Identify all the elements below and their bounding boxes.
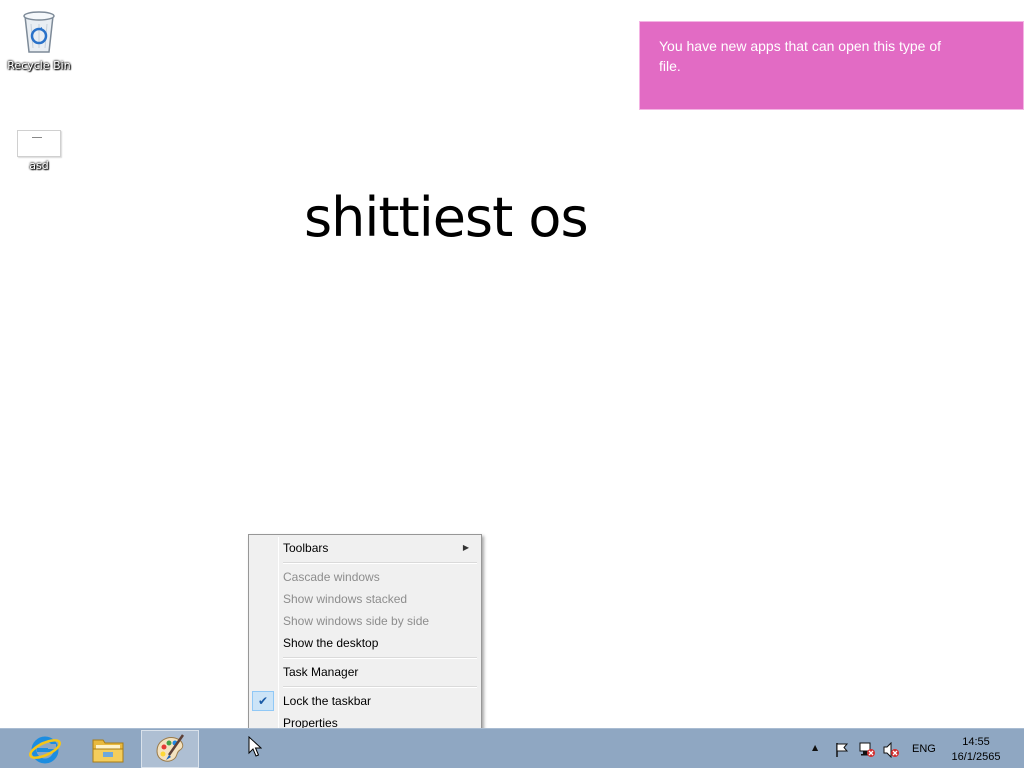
- menu-separator: [281, 654, 479, 661]
- file-thumbnail-icon: [17, 130, 61, 157]
- wallpaper-text: shittiest os: [304, 186, 589, 249]
- menu-item-label: Lock the taskbar: [283, 694, 372, 708]
- desktop-icon-label: Recycle Bin: [7, 59, 71, 72]
- menu-item-show-windows-stacked: Show windows stacked: [251, 588, 479, 610]
- taskbar[interactable]: ▲ ENG 14:55 16/1/2565: [0, 728, 1024, 768]
- menu-item-label: Toolbars: [283, 541, 329, 555]
- desktop-icon-asd[interactable]: asd: [3, 130, 75, 172]
- desktop-icon-label: asd: [29, 159, 49, 172]
- show-hidden-icons-chevron-icon[interactable]: ▲: [812, 743, 818, 752]
- taskbar-button-file-explorer[interactable]: [79, 730, 137, 768]
- mouse-cursor-icon: [248, 736, 262, 757]
- submenu-arrow-icon: ▶: [462, 543, 469, 552]
- notification-message: You have new apps that can open this typ…: [659, 38, 942, 74]
- desktop-icon-recycle-bin[interactable]: Recycle Bin: [3, 6, 75, 72]
- input-language-indicator[interactable]: ENG: [912, 743, 936, 755]
- file-explorer-icon: [92, 739, 124, 763]
- menu-item-task-manager[interactable]: Task Manager: [251, 661, 479, 683]
- notification-toast[interactable]: You have new apps that can open this typ…: [639, 21, 1024, 110]
- taskbar-button-paint[interactable]: [141, 730, 199, 768]
- menu-item-toolbars[interactable]: Toolbars ▶: [251, 537, 479, 559]
- menu-item-show-windows-side-by-side: Show windows side by side: [251, 610, 479, 632]
- action-center-flag-icon[interactable]: [834, 742, 850, 758]
- menu-item-lock-taskbar[interactable]: ✔ Lock the taskbar: [251, 690, 479, 712]
- menu-item-show-desktop[interactable]: Show the desktop: [251, 632, 479, 654]
- menu-item-label: Show windows side by side: [283, 614, 430, 628]
- recycle-bin-icon: [23, 11, 55, 53]
- menu-item-cascade-windows: Cascade windows: [251, 566, 479, 588]
- volume-muted-icon[interactable]: [882, 742, 900, 758]
- clock-time: 14:55: [962, 736, 990, 748]
- menu-item-label: Show the desktop: [283, 636, 379, 650]
- menu-item-label: Show windows stacked: [283, 592, 408, 606]
- taskbar-button-internet-explorer[interactable]: [16, 730, 74, 768]
- taskbar-context-menu: Toolbars ▶ Cascade windows Show windows …: [248, 534, 482, 739]
- menu-item-label: Task Manager: [283, 665, 359, 679]
- internet-explorer-icon: [29, 736, 61, 764]
- clock-date: 16/1/2565: [951, 751, 1001, 763]
- menu-separator: [281, 683, 479, 690]
- menu-separator: [281, 559, 479, 566]
- paint-icon: [156, 734, 185, 762]
- checkmark-icon: ✔: [252, 691, 274, 711]
- system-clock[interactable]: 14:55 16/1/2565: [946, 735, 1006, 765]
- network-disconnected-icon[interactable]: [858, 742, 876, 758]
- menu-item-label: Cascade windows: [283, 570, 380, 584]
